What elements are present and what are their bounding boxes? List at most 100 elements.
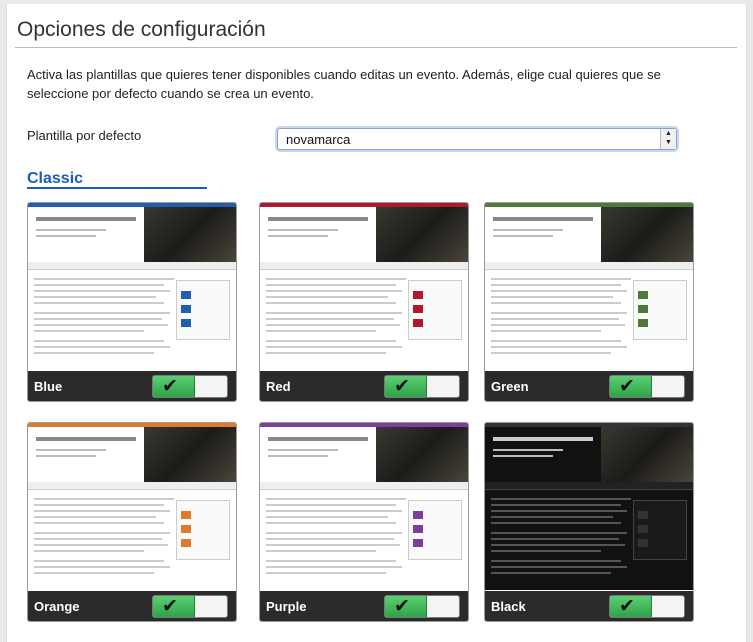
template-card-green[interactable]: Green ✔ <box>484 202 694 402</box>
preview-header <box>260 207 468 262</box>
preview-text-line <box>491 516 613 518</box>
preview-subheading <box>268 235 328 237</box>
preview-subheading <box>36 455 96 457</box>
preview-text-line <box>34 296 156 298</box>
preview-nav <box>260 482 468 490</box>
preview-text-line <box>491 538 619 540</box>
template-card-orange[interactable]: Orange ✔ <box>27 422 237 622</box>
date-icon <box>638 511 648 519</box>
preview-text-line <box>34 538 162 540</box>
preview-text-line <box>266 290 402 292</box>
template-card-black[interactable]: Black ✔ <box>484 422 694 622</box>
preview-text-line <box>266 330 376 332</box>
preview-heading <box>36 437 136 441</box>
template-name: Orange <box>34 599 80 614</box>
preview-text-line <box>266 560 396 562</box>
template-name: Red <box>266 379 291 394</box>
preview-text-line <box>34 498 174 500</box>
date-icon <box>181 525 191 533</box>
check-icon: ✔ <box>619 596 635 617</box>
preview-text-line <box>34 278 174 280</box>
preview-text-line <box>491 504 621 506</box>
template-name: Blue <box>34 379 63 394</box>
preview-subheading <box>493 235 553 237</box>
preview-text-line <box>34 284 164 286</box>
preview-heading <box>493 217 593 221</box>
preview-text-line <box>491 352 611 354</box>
check-icon: ✔ <box>394 376 410 397</box>
preview-text-line <box>491 302 621 304</box>
preview-text-line <box>266 532 402 534</box>
select-arrows-icon: ▲ ▼ <box>660 129 676 149</box>
template-enable-toggle[interactable]: ✔ <box>609 375 685 398</box>
preview-text-line <box>491 532 627 534</box>
date-icon <box>413 305 423 313</box>
date-icon <box>413 511 423 519</box>
preview-text-line <box>266 312 402 314</box>
template-name: Purple <box>266 599 307 614</box>
preview-subheading <box>493 455 553 457</box>
date-icon <box>181 511 191 519</box>
preview-subheading <box>268 449 338 451</box>
template-enable-toggle[interactable]: ✔ <box>609 595 685 618</box>
preview-text-line <box>491 544 625 546</box>
preview-text-line <box>266 296 388 298</box>
preview-text-line <box>491 284 621 286</box>
preview-text-line <box>266 572 386 574</box>
template-footer: Black ✔ <box>485 591 693 621</box>
template-footer: Blue ✔ <box>28 371 236 401</box>
section-underline <box>27 187 207 189</box>
date-icon <box>181 291 191 299</box>
preview-text-line <box>491 290 627 292</box>
preview-sidebar <box>633 280 687 340</box>
page-description: Activa las plantillas que quieres tener … <box>27 67 661 101</box>
template-enable-toggle[interactable]: ✔ <box>152 375 228 398</box>
preview-text-line <box>34 516 156 518</box>
template-card-purple[interactable]: Purple ✔ <box>259 422 469 622</box>
preview-text-line <box>34 550 144 552</box>
preview-text-line <box>266 538 394 540</box>
date-icon <box>638 319 648 327</box>
preview-subheading <box>493 449 563 451</box>
preview-text-line <box>34 290 170 292</box>
preview-text-line <box>266 544 400 546</box>
preview-text-line <box>491 550 601 552</box>
preview-photo <box>144 427 236 482</box>
preview-sidebar <box>633 500 687 560</box>
preview-sidebar <box>176 280 230 340</box>
date-icon <box>638 291 648 299</box>
preview-text-line <box>266 278 406 280</box>
preview-text-line <box>491 340 621 342</box>
preview-text-line <box>34 572 154 574</box>
preview-subheading <box>493 229 563 231</box>
template-card-blue[interactable]: Blue ✔ <box>27 202 237 402</box>
date-icon <box>413 319 423 327</box>
section-title-classic: Classic <box>27 170 84 187</box>
preview-photo <box>144 207 236 262</box>
date-icon <box>181 539 191 547</box>
date-icon <box>181 319 191 327</box>
date-icon <box>638 525 648 533</box>
preview-text-line <box>491 346 627 348</box>
preview-header <box>28 207 236 262</box>
preview-subheading <box>36 235 96 237</box>
preview-header <box>260 427 468 482</box>
preview-text-line <box>34 318 162 320</box>
date-icon <box>413 539 423 547</box>
template-footer: Green ✔ <box>485 371 693 401</box>
preview-photo <box>601 427 693 482</box>
preview-text-line <box>266 340 396 342</box>
preview-text-line <box>34 312 170 314</box>
preview-text-line <box>34 324 168 326</box>
preview-header <box>485 427 693 482</box>
template-enable-toggle[interactable]: ✔ <box>384 375 460 398</box>
template-name: Green <box>491 379 529 394</box>
preview-text-line <box>34 352 154 354</box>
preview-photo <box>601 207 693 262</box>
title-divider <box>15 47 737 48</box>
preview-text-line <box>266 324 400 326</box>
template-enable-toggle[interactable]: ✔ <box>384 595 460 618</box>
template-card-red[interactable]: Red ✔ <box>259 202 469 402</box>
template-enable-toggle[interactable]: ✔ <box>152 595 228 618</box>
default-template-select[interactable]: novamarca ▲ ▼ <box>277 128 677 150</box>
